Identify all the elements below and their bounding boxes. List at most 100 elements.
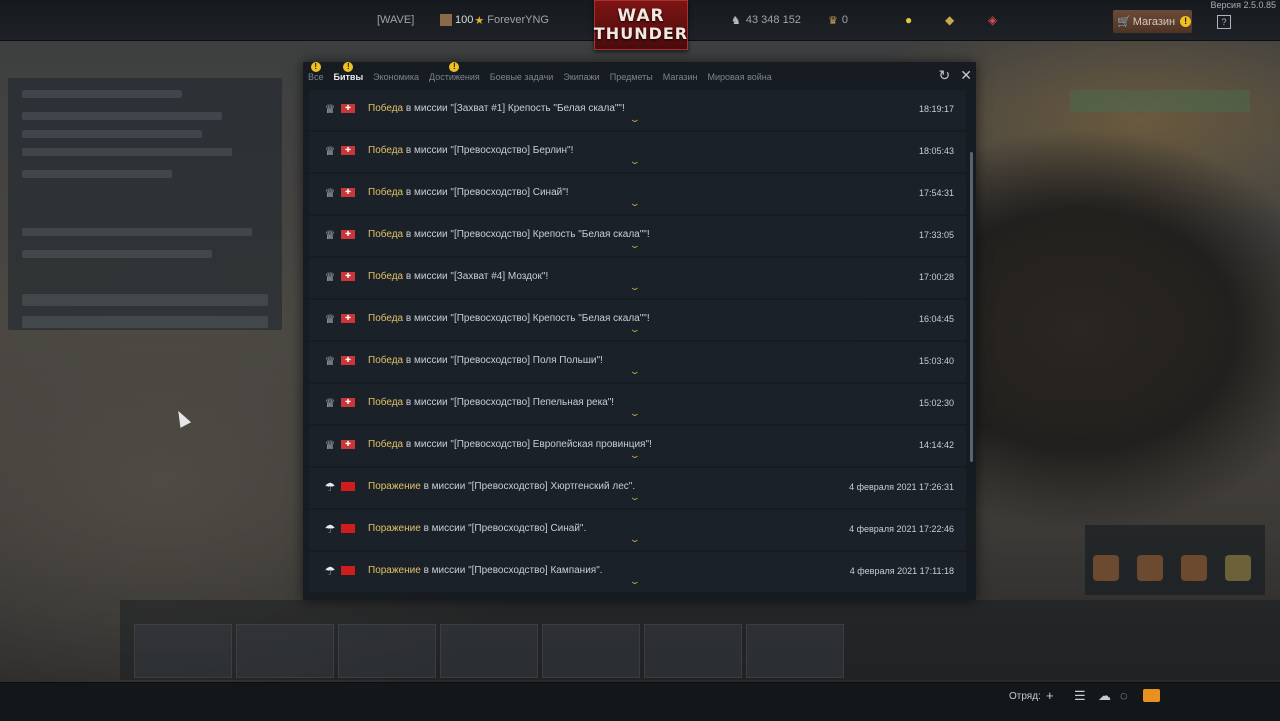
bottom-bar: Отряд: + ☰ ☁ ◌: [0, 682, 1280, 721]
chat-icon[interactable]: ◌: [1120, 688, 1128, 703]
entry-message: Поражение в миссии "[Превосходство] Хюрт…: [368, 481, 635, 492]
vehicle-slot[interactable]: [644, 624, 742, 678]
battle-log-entry[interactable]: ♕ ✚ Победа в миссии "[Превосходство] Синай…: [309, 174, 966, 214]
tab-8[interactable]: Мировая война: [702, 66, 776, 88]
entry-time: 18:19:17: [918, 104, 954, 114]
list-icon[interactable]: ☰: [1074, 688, 1086, 704]
tab-label: Все: [308, 72, 324, 82]
battle-log-entry[interactable]: ♕ ✚ Победа в миссии "[Захват #1] Крепость …: [309, 90, 966, 130]
tab-warning-icon: !: [449, 62, 460, 72]
tab-1[interactable]: Битвы!: [329, 62, 369, 88]
rewards-chest-icon[interactable]: ◆: [945, 0, 954, 40]
ussr-flag-icon: [341, 524, 355, 533]
player-avatar-icon: [440, 14, 452, 26]
mail-icon[interactable]: [1143, 689, 1160, 702]
cart-icon: 🛒: [1117, 16, 1131, 28]
trophy-icon: ♕: [324, 354, 336, 368]
battle-result: Победа: [368, 271, 404, 282]
battle-log-entry[interactable]: ♕ ✚ Победа в миссии "[Захват #4] Моздок"! 1…: [309, 258, 966, 298]
battle-log-entry[interactable]: ♕ ✚ Победа в миссии "[Превосходство] Крепо…: [309, 216, 966, 256]
battle-log-entry[interactable]: ☂ Поражение в миссии "[Превосходство] Кам…: [309, 552, 966, 592]
mission-text: в миссии "[Превосходство] Кампания".: [420, 565, 603, 576]
add-squad-member-icon[interactable]: +: [1046, 688, 1054, 703]
expand-chevron-icon[interactable]: ⌄: [629, 157, 641, 166]
vehicle-slot[interactable]: [746, 624, 844, 678]
battle-log-entry[interactable]: ☂ Поражение в миссии "[Превосходство] Син…: [309, 510, 966, 550]
expand-chevron-icon[interactable]: ⌄: [629, 535, 641, 544]
vehicle-slot[interactable]: [440, 624, 538, 678]
expand-chevron-icon[interactable]: ⌄: [629, 199, 641, 208]
battle-log-entry[interactable]: ♕ ✚ Победа в миссии "[Превосходство] Берли…: [309, 132, 966, 172]
trophy-icon: ♕: [324, 102, 336, 116]
close-icon[interactable]: ✕: [960, 68, 972, 82]
shop-button[interactable]: 🛒 Магазин !: [1113, 10, 1192, 33]
entry-time: 14:14:42: [918, 440, 954, 450]
vehicle-slot[interactable]: [134, 624, 232, 678]
tab-0[interactable]: Все!: [303, 62, 329, 88]
expand-chevron-icon[interactable]: ⌄: [629, 451, 641, 460]
expand-chevron-icon[interactable]: ⌄: [629, 493, 641, 502]
tab-2[interactable]: Экономика: [368, 66, 424, 88]
hint-bulb-icon[interactable]: ●: [905, 0, 912, 40]
entry-time: 4 февраля 2021 17:11:18: [849, 566, 954, 576]
entry-time: 17:00:28: [918, 272, 954, 282]
war-thunder-logo[interactable]: WAR THUNDER: [594, 0, 688, 50]
battle-log-entry[interactable]: ♕ ✚ Победа в миссии "[Превосходство] Пепел…: [309, 384, 966, 424]
expand-chevron-icon[interactable]: ⌄: [629, 241, 641, 250]
player-info[interactable]: 100 ★ ForeverYNG: [440, 0, 549, 40]
expand-chevron-icon[interactable]: ⌄: [629, 577, 641, 586]
mission-text: в миссии "[Превосходство] Поля Польши"!: [403, 355, 603, 366]
battle-log-entry[interactable]: ☂ Поражение в миссии "[Превосходство] Хюр…: [309, 468, 966, 508]
expand-chevron-icon[interactable]: ⌄: [629, 409, 641, 418]
tab-3[interactable]: Достижения!: [424, 62, 485, 88]
battle-result: Победа: [368, 103, 404, 114]
battle-log-entry[interactable]: ♕ ✚ Победа в миссии "[Превосходство] Европ…: [309, 426, 966, 466]
battle-result: Победа: [368, 439, 404, 450]
vehicle-slot[interactable]: [236, 624, 334, 678]
notification-tabs: Все! Битвы! Экономика Достижения! Боевые зад…: [303, 62, 777, 88]
battle-log-entry[interactable]: ♕ ✚ Победа в миссии "[Превосходство] Поля …: [309, 342, 966, 382]
mission-text: в миссии "[Превосходство] Синай".: [420, 523, 587, 534]
battle-result: Победа: [368, 187, 404, 198]
vehicle-slot[interactable]: [338, 624, 436, 678]
battle-log-entry[interactable]: ♕ ✚ Победа в миссии "[Превосходство] Крепо…: [309, 300, 966, 340]
entry-time: 4 февраля 2021 17:26:31: [849, 482, 954, 492]
expand-chevron-icon[interactable]: ⌄: [629, 283, 641, 292]
golden-eagles[interactable]: ♛ 0: [828, 0, 848, 40]
entry-message: Поражение в миссии "[Превосходство] Сина…: [368, 523, 586, 534]
contacts-icon[interactable]: ☁: [1098, 688, 1111, 704]
background-side-panel: [8, 78, 282, 330]
battle-result: Победа: [368, 355, 404, 366]
tab-label: Предметы: [609, 72, 653, 82]
tab-5[interactable]: Экипажи: [558, 66, 604, 88]
germany-flag-icon: ✚: [341, 104, 355, 113]
refresh-icon[interactable]: ↻: [939, 68, 951, 82]
battle-result: Победа: [368, 145, 404, 156]
entry-message: Победа в миссии "[Превосходство] Пепельн…: [368, 397, 614, 408]
background-sign: [1070, 90, 1250, 112]
expand-chevron-icon[interactable]: ⌄: [629, 325, 641, 334]
silver-lions[interactable]: ♞ 43 348 152: [731, 0, 801, 40]
scrollbar[interactable]: [970, 152, 973, 462]
parachute-icon: ☂: [324, 480, 336, 494]
expand-chevron-icon[interactable]: ⌄: [629, 115, 641, 124]
coupon-icon[interactable]: ◈: [988, 0, 997, 40]
shop-label: Магазин: [1132, 15, 1176, 28]
entry-message: Победа в миссии "[Превосходство] Берлин"…: [368, 145, 573, 156]
tab-6[interactable]: Предметы: [605, 66, 658, 88]
squadron-tag[interactable]: [WAVE]: [377, 0, 414, 40]
silver-lions-icon: ♞: [731, 14, 741, 27]
vehicle-slot[interactable]: [542, 624, 640, 678]
germany-flag-icon: ✚: [341, 314, 355, 323]
tab-4[interactable]: Боевые задачи: [485, 66, 559, 88]
tab-7[interactable]: Магазин: [658, 66, 703, 88]
expand-chevron-icon[interactable]: ⌄: [629, 367, 641, 376]
entry-message: Победа в миссии "[Превосходство] Крепост…: [368, 229, 650, 240]
tab-label: Битвы: [333, 72, 364, 82]
tab-label: Экономика: [373, 72, 419, 82]
help-button[interactable]: ?: [1217, 15, 1231, 29]
background-rewards-panel: [1085, 525, 1265, 595]
entry-time: 15:03:40: [918, 356, 954, 366]
entry-time: 18:05:43: [918, 146, 954, 156]
entry-message: Победа в миссии "[Захват #4] Моздок"!: [368, 271, 548, 282]
